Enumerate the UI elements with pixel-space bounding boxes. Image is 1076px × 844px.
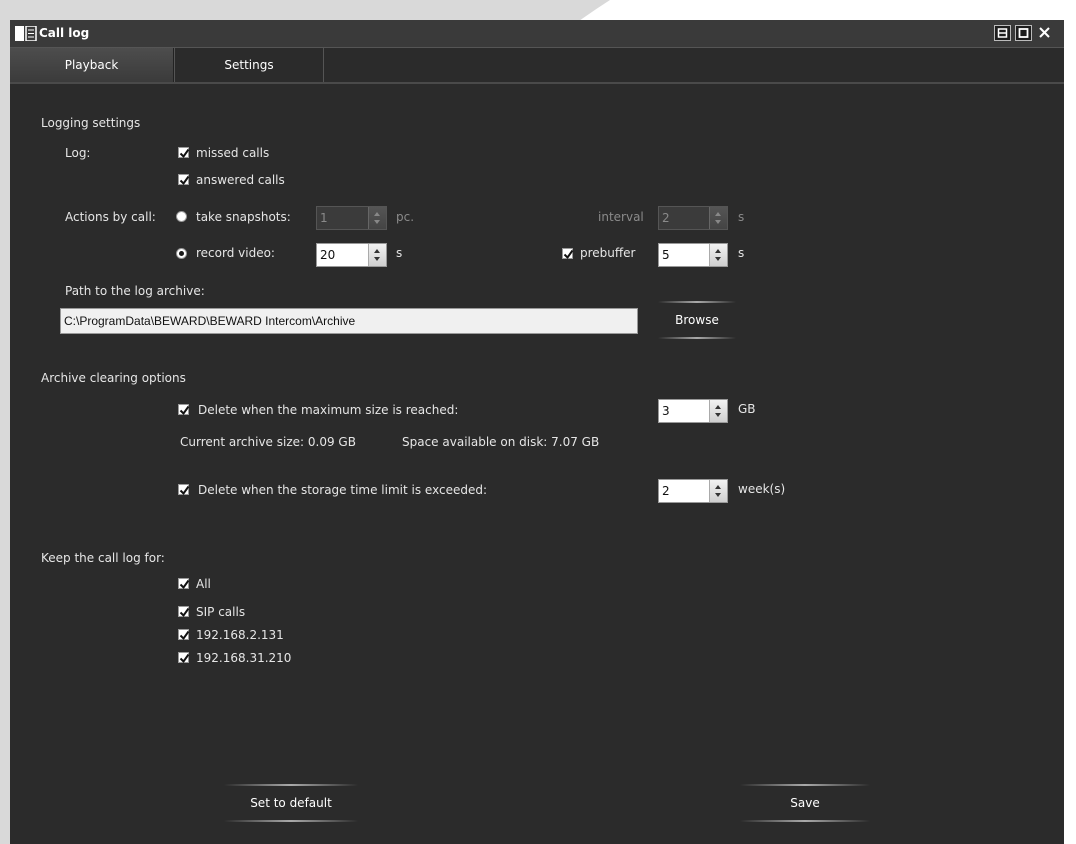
- close-icon: [1039, 27, 1050, 38]
- video-length-unit: s: [396, 246, 403, 260]
- checkmark-icon: [179, 175, 190, 186]
- checkmark-icon: [179, 405, 190, 416]
- checkmark-icon: [179, 485, 190, 496]
- logging-settings-heading: Logging settings: [41, 116, 141, 130]
- prebuffer-spinbox[interactable]: 5: [658, 243, 728, 267]
- prebuffer-label: prebuffer: [580, 246, 636, 260]
- keep-ip2-checkbox[interactable]: [178, 652, 190, 664]
- checkmark-icon: [563, 249, 574, 260]
- interval-label: interval: [598, 210, 644, 224]
- keep-ip2-label: 192.168.31.210: [196, 651, 292, 665]
- path-label: Path to the log archive:: [65, 284, 205, 298]
- prebuffer-unit: s: [738, 246, 745, 260]
- take-snapshots-radio[interactable]: [176, 211, 187, 222]
- keep-sip-label: SIP calls: [196, 605, 246, 619]
- actions-by-call-label: Actions by call:: [65, 210, 156, 224]
- maximize-button[interactable]: [1015, 25, 1032, 41]
- time-limit-label: Delete when the storage time limit is ex…: [198, 483, 487, 497]
- video-length-value: 20: [320, 248, 336, 262]
- max-size-spinbox[interactable]: 3: [658, 399, 728, 423]
- current-archive-size: Current archive size: 0.09 GB: [180, 435, 356, 449]
- keep-ip1-checkbox[interactable]: [178, 629, 190, 641]
- space-available: Space available on disk: 7.07 GB: [402, 435, 600, 449]
- restore-icon: [997, 28, 1008, 38]
- max-size-checkbox[interactable]: [178, 404, 190, 416]
- prebuffer-checkbox[interactable]: [562, 248, 574, 260]
- snapshots-count-spinbox[interactable]: 1: [316, 206, 387, 230]
- max-size-unit: GB: [738, 402, 756, 416]
- max-size-label: Delete when the maximum size is reached:: [198, 403, 459, 417]
- record-video-label: record video:: [196, 246, 275, 260]
- record-video-radio[interactable]: [176, 248, 187, 259]
- restore-button[interactable]: [994, 25, 1011, 41]
- snapshots-count-value: 1: [320, 211, 328, 225]
- checkmark-icon: [179, 630, 190, 641]
- spin-arrows[interactable]: [368, 244, 386, 266]
- take-snapshots-label: take snapshots:: [196, 210, 291, 224]
- checkmark-icon: [179, 653, 190, 664]
- spin-arrows[interactable]: [709, 400, 727, 422]
- interval-spinbox[interactable]: 2: [658, 206, 728, 230]
- keep-ip1-label: 192.168.2.131: [196, 628, 284, 642]
- browse-button[interactable]: Browse: [658, 301, 736, 339]
- call-log-icon: [15, 26, 37, 41]
- spin-arrows[interactable]: [709, 480, 727, 502]
- save-button[interactable]: Save: [740, 784, 870, 822]
- log-label: Log:: [65, 146, 91, 160]
- set-to-default-button[interactable]: Set to default: [224, 784, 358, 822]
- snapshots-unit: pc.: [396, 210, 415, 224]
- answered-calls-checkbox[interactable]: [178, 174, 190, 186]
- max-size-value: 3: [662, 404, 670, 418]
- archive-clearing-heading: Archive clearing options: [41, 371, 186, 385]
- archive-path-input[interactable]: [60, 308, 638, 334]
- spin-arrows[interactable]: [709, 207, 727, 229]
- missed-calls-checkbox[interactable]: [178, 147, 190, 159]
- spin-arrows[interactable]: [368, 207, 386, 229]
- tab-playback[interactable]: Playback: [10, 48, 174, 82]
- time-limit-spinbox[interactable]: 2: [658, 479, 728, 503]
- keep-sip-checkbox[interactable]: [178, 606, 190, 618]
- keep-all-checkbox[interactable]: [178, 578, 190, 590]
- interval-unit: s: [738, 210, 745, 224]
- interval-value: 2: [662, 211, 670, 225]
- answered-calls-label: answered calls: [196, 173, 285, 187]
- spin-arrows[interactable]: [709, 244, 727, 266]
- call-log-window: Call log Playback Settings Logging setti…: [10, 20, 1064, 844]
- title-bar: Call log: [10, 20, 1064, 48]
- checkmark-icon: [179, 148, 190, 159]
- maximize-icon: [1018, 28, 1029, 38]
- prebuffer-value: 5: [662, 248, 670, 262]
- window-title: Call log: [39, 26, 90, 40]
- video-length-spinbox[interactable]: 20: [316, 243, 387, 267]
- tab-settings[interactable]: Settings: [174, 48, 324, 82]
- checkmark-icon: [179, 607, 190, 618]
- checkmark-icon: [179, 579, 190, 590]
- close-button[interactable]: [1036, 25, 1053, 41]
- time-limit-value: 2: [662, 484, 670, 498]
- time-limit-checkbox[interactable]: [178, 484, 190, 496]
- tab-bar: Playback Settings: [10, 48, 1064, 84]
- missed-calls-label: missed calls: [196, 146, 270, 160]
- keep-all-label: All: [196, 577, 211, 591]
- time-limit-unit: week(s): [738, 482, 786, 496]
- keep-log-heading: Keep the call log for:: [41, 551, 165, 565]
